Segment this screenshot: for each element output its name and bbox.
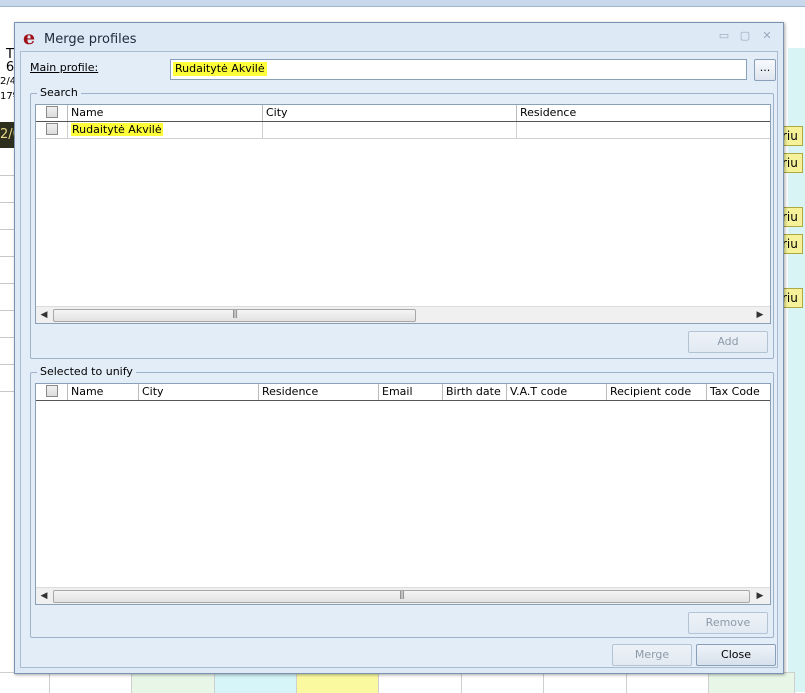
selected-grid-header: Name City Residence Email Birth date V.A… [36,384,770,401]
row-name: Rudaitytė Akvilė [68,122,263,138]
scroll-right-icon[interactable]: ▶ [752,588,768,604]
maximize-icon[interactable]: ▢ [739,30,751,41]
scroll-left-icon[interactable]: ◀ [36,307,52,323]
column-tax-code[interactable]: Tax Code [707,384,770,400]
background-top-bar [0,0,805,7]
column-birth-date[interactable]: Birth date [443,384,507,400]
main-profile-label: Main profile: [30,61,99,74]
row-city [263,122,517,138]
background-booking-tag[interactable]: riu [781,207,803,227]
search-group-title: Search [37,86,81,99]
scroll-right-icon[interactable]: ▶ [752,307,768,323]
search-group: Search Name City Residence Rudaitytė Akv… [30,86,774,359]
scroll-thumb[interactable]: ||| [53,309,416,322]
selected-group: Selected to unify Name City Residence Em… [30,365,774,638]
dialog-body: Main profile: Rudaitytė Akvilė ... Searc… [20,51,778,668]
column-residence[interactable]: Residence [517,105,770,121]
select-all-checkbox[interactable] [36,105,68,121]
background-booking-tag[interactable]: riu [781,234,803,254]
search-grid-header: Name City Residence [36,105,770,122]
select-all-checkbox[interactable] [36,384,68,400]
background-booking-tag[interactable]: riu [781,288,803,308]
background-booking-tag[interactable]: riu [781,126,803,146]
main-profile-field[interactable]: Rudaitytė Akvilė [170,59,747,80]
background-booking-tag[interactable]: riu [781,153,803,173]
dialog-title: Merge profiles [44,32,137,47]
column-recipient-code[interactable]: Recipient code [607,384,707,400]
row-residence [517,122,770,138]
column-name[interactable]: Name [68,384,139,400]
search-grid: Name City Residence Rudaitytė Akvilė ◀ |… [35,104,771,324]
browse-profile-button[interactable]: ... [754,59,776,81]
table-row[interactable]: Rudaitytė Akvilė [36,122,770,139]
close-icon[interactable]: ✕ [761,30,773,41]
app-logo: e [23,27,36,49]
column-city[interactable]: City [263,105,517,121]
scroll-left-icon[interactable]: ◀ [36,588,52,604]
row-checkbox[interactable] [36,122,68,138]
selected-grid: Name City Residence Email Birth date V.A… [35,383,771,605]
merge-profiles-dialog: e Merge profiles ▭ ▢ ✕ Main profile: Rud… [14,22,784,674]
merge-button[interactable]: Merge [612,644,692,666]
selected-group-title: Selected to unify [37,365,136,378]
add-button[interactable]: Add [688,331,768,353]
column-city[interactable]: City [139,384,259,400]
column-name[interactable]: Name [68,105,263,121]
main-profile-value: Rudaitytė Akvilė [173,62,267,76]
background-bottom-cells [0,672,805,693]
search-horizontal-scrollbar[interactable]: ◀ ||| ▶ [36,306,770,323]
selected-horizontal-scrollbar[interactable]: ◀ ||| ▶ [36,587,770,604]
column-residence[interactable]: Residence [259,384,379,400]
column-vat-code[interactable]: V.A.T code [507,384,607,400]
column-email[interactable]: Email [379,384,443,400]
minimize-icon[interactable]: ▭ [718,30,730,41]
close-button[interactable]: Close [696,644,776,666]
remove-button[interactable]: Remove [688,612,768,634]
scroll-thumb[interactable]: ||| [53,590,750,603]
